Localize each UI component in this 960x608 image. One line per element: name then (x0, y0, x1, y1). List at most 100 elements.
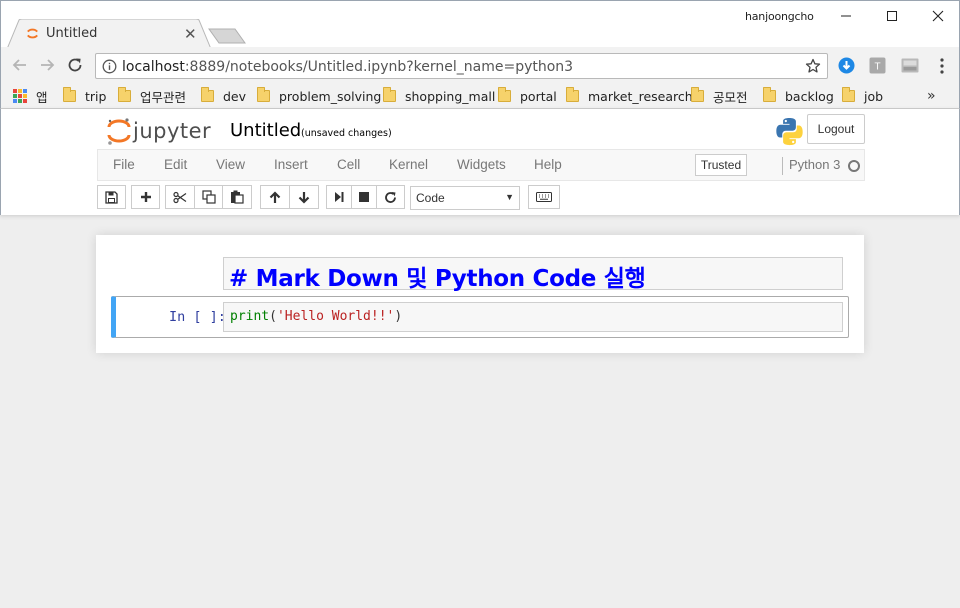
insert-cell-button[interactable] (131, 185, 160, 209)
menu-help[interactable]: Help (534, 157, 562, 172)
step-forward-icon (335, 192, 344, 202)
code-cell-editor[interactable]: print('Hello World!!') (223, 302, 843, 332)
bookmark-folder[interactable]: trip (63, 86, 106, 106)
markdown-cell-text: # Mark Down 및 Python Code 실행 (229, 266, 646, 292)
jupyter-header: jupyter Untitled (unsaved changes) Logou… (0, 109, 960, 215)
notebook-menubar: File Edit View Insert Cell Kernel Widget… (97, 149, 865, 181)
bookmark-folder[interactable]: market_research (566, 86, 693, 106)
bookmark-label: 업무관련 (140, 89, 187, 105)
tab-close-icon[interactable]: ✕ (184, 25, 197, 43)
bookmarks-overflow-icon[interactable]: » (927, 88, 936, 104)
menu-widgets[interactable]: Widgets (457, 157, 506, 172)
python-logo-icon (776, 117, 803, 146)
notebook-container: # Mark Down 및 Python Code 실행 In [ ]: pri… (96, 235, 864, 353)
maximize-icon[interactable] (869, 5, 915, 27)
address-bar[interactable]: localhost:8889/notebooks/Untitled.ipynb?… (95, 53, 828, 79)
minimize-icon[interactable] (823, 5, 869, 27)
menu-file[interactable]: File (113, 157, 135, 172)
screenshot-extension-icon[interactable] (901, 57, 919, 74)
bookmark-folder[interactable]: problem_solving (257, 86, 381, 106)
menu-insert[interactable]: Insert (274, 157, 308, 172)
bookmark-folder[interactable]: job (842, 86, 883, 106)
run-cell-button[interactable] (326, 185, 352, 209)
folder-icon (257, 87, 270, 102)
menu-edit[interactable]: Edit (164, 157, 187, 172)
arrow-up-icon (269, 190, 281, 203)
bookmark-folder[interactable]: backlog (763, 86, 834, 106)
menu-kernel[interactable]: Kernel (389, 157, 428, 172)
menu-view[interactable]: View (216, 157, 245, 172)
restart-kernel-button[interactable] (376, 185, 405, 209)
stop-icon (359, 192, 369, 202)
back-arrow-icon[interactable] (11, 56, 29, 74)
bookmark-label: dev (223, 88, 247, 104)
save-button[interactable] (97, 185, 126, 209)
download-extension-icon[interactable] (838, 57, 855, 74)
kernel-divider (782, 157, 783, 175)
logout-button[interactable]: Logout (807, 114, 865, 144)
bookmark-label: market_research (588, 88, 693, 104)
profile-name[interactable]: hanjoongcho (745, 10, 814, 23)
paste-button[interactable] (222, 185, 252, 209)
code-cell-selected[interactable]: In [ ]: print('Hello World!!') (111, 296, 849, 338)
tab-title: Untitled (46, 26, 98, 41)
interrupt-kernel-button[interactable] (351, 185, 377, 209)
bookmark-folder[interactable]: dev (201, 86, 246, 106)
site-info-icon[interactable] (102, 59, 117, 74)
jupyter-favicon-icon (27, 28, 38, 39)
menu-cell[interactable]: Cell (337, 157, 360, 172)
kernel-name[interactable]: Python 3 (789, 157, 840, 172)
arrow-down-icon (298, 191, 310, 204)
trusted-indicator[interactable]: Trusted (695, 154, 747, 176)
folder-icon (63, 87, 76, 102)
keyboard-icon (536, 192, 552, 202)
bookmark-folder[interactable]: portal (498, 86, 557, 106)
folder-icon (566, 87, 579, 102)
move-up-button[interactable] (260, 185, 290, 209)
input-prompt: In [ ]: (169, 309, 226, 325)
bookmark-label: backlog (785, 88, 834, 104)
browser-toolbar: localhost:8889/notebooks/Untitled.ipynb?… (0, 47, 960, 83)
folder-icon (691, 87, 704, 102)
folder-icon (201, 87, 214, 102)
reload-icon[interactable] (66, 56, 84, 74)
new-tab-button[interactable] (208, 28, 246, 44)
svg-text:T: T (874, 62, 880, 73)
cell-type-value: Code (416, 191, 445, 205)
bookmark-label: job (864, 88, 884, 104)
window-close-icon[interactable] (915, 5, 960, 27)
code-builtin: print (230, 309, 270, 324)
bookmark-apps[interactable]: 앱 (13, 86, 48, 106)
bookmark-label: shopping_mall (405, 88, 496, 104)
bookmark-folder[interactable]: 공모전 (691, 86, 748, 106)
translate-extension-icon[interactable]: T (869, 57, 886, 74)
jupyter-logo[interactable]: jupyter (105, 115, 217, 149)
browser-menu-icon[interactable] (936, 57, 948, 75)
apps-grid-icon (13, 89, 27, 103)
cut-button[interactable] (165, 185, 195, 209)
bookmarks-bar: 앱 trip 업무관련 dev problem_solving shopping… (0, 83, 960, 109)
save-icon (105, 190, 118, 204)
command-palette-button[interactable] (528, 185, 560, 209)
cell-type-select[interactable]: Code ▼ (410, 186, 520, 210)
forward-arrow-icon[interactable] (38, 56, 56, 74)
bookmark-label: 앱 (36, 89, 48, 105)
code-paren-close: ) (394, 309, 403, 324)
copy-button[interactable] (194, 185, 223, 209)
folder-icon (498, 87, 511, 102)
bookmark-folder[interactable]: 업무관련 (118, 86, 186, 106)
markdown-cell-editor[interactable]: # Mark Down 및 Python Code 실행 (223, 257, 843, 292)
bookmark-folder[interactable]: shopping_mall (383, 86, 495, 106)
move-down-button[interactable] (289, 185, 319, 209)
folder-icon (118, 87, 131, 102)
paste-icon (231, 190, 244, 204)
notebook-title[interactable]: Untitled (230, 120, 301, 141)
bookmark-star-icon[interactable] (805, 58, 821, 74)
folder-icon (842, 87, 855, 102)
bookmark-label: portal (520, 88, 557, 104)
copy-icon (201, 190, 216, 204)
url-path: :8889/notebooks/Untitled.ipynb?kernel_na… (184, 59, 574, 75)
url-text[interactable]: localhost:8889/notebooks/Untitled.ipynb?… (122, 59, 573, 75)
bookmark-label: problem_solving (279, 88, 382, 104)
plus-icon (140, 192, 151, 202)
